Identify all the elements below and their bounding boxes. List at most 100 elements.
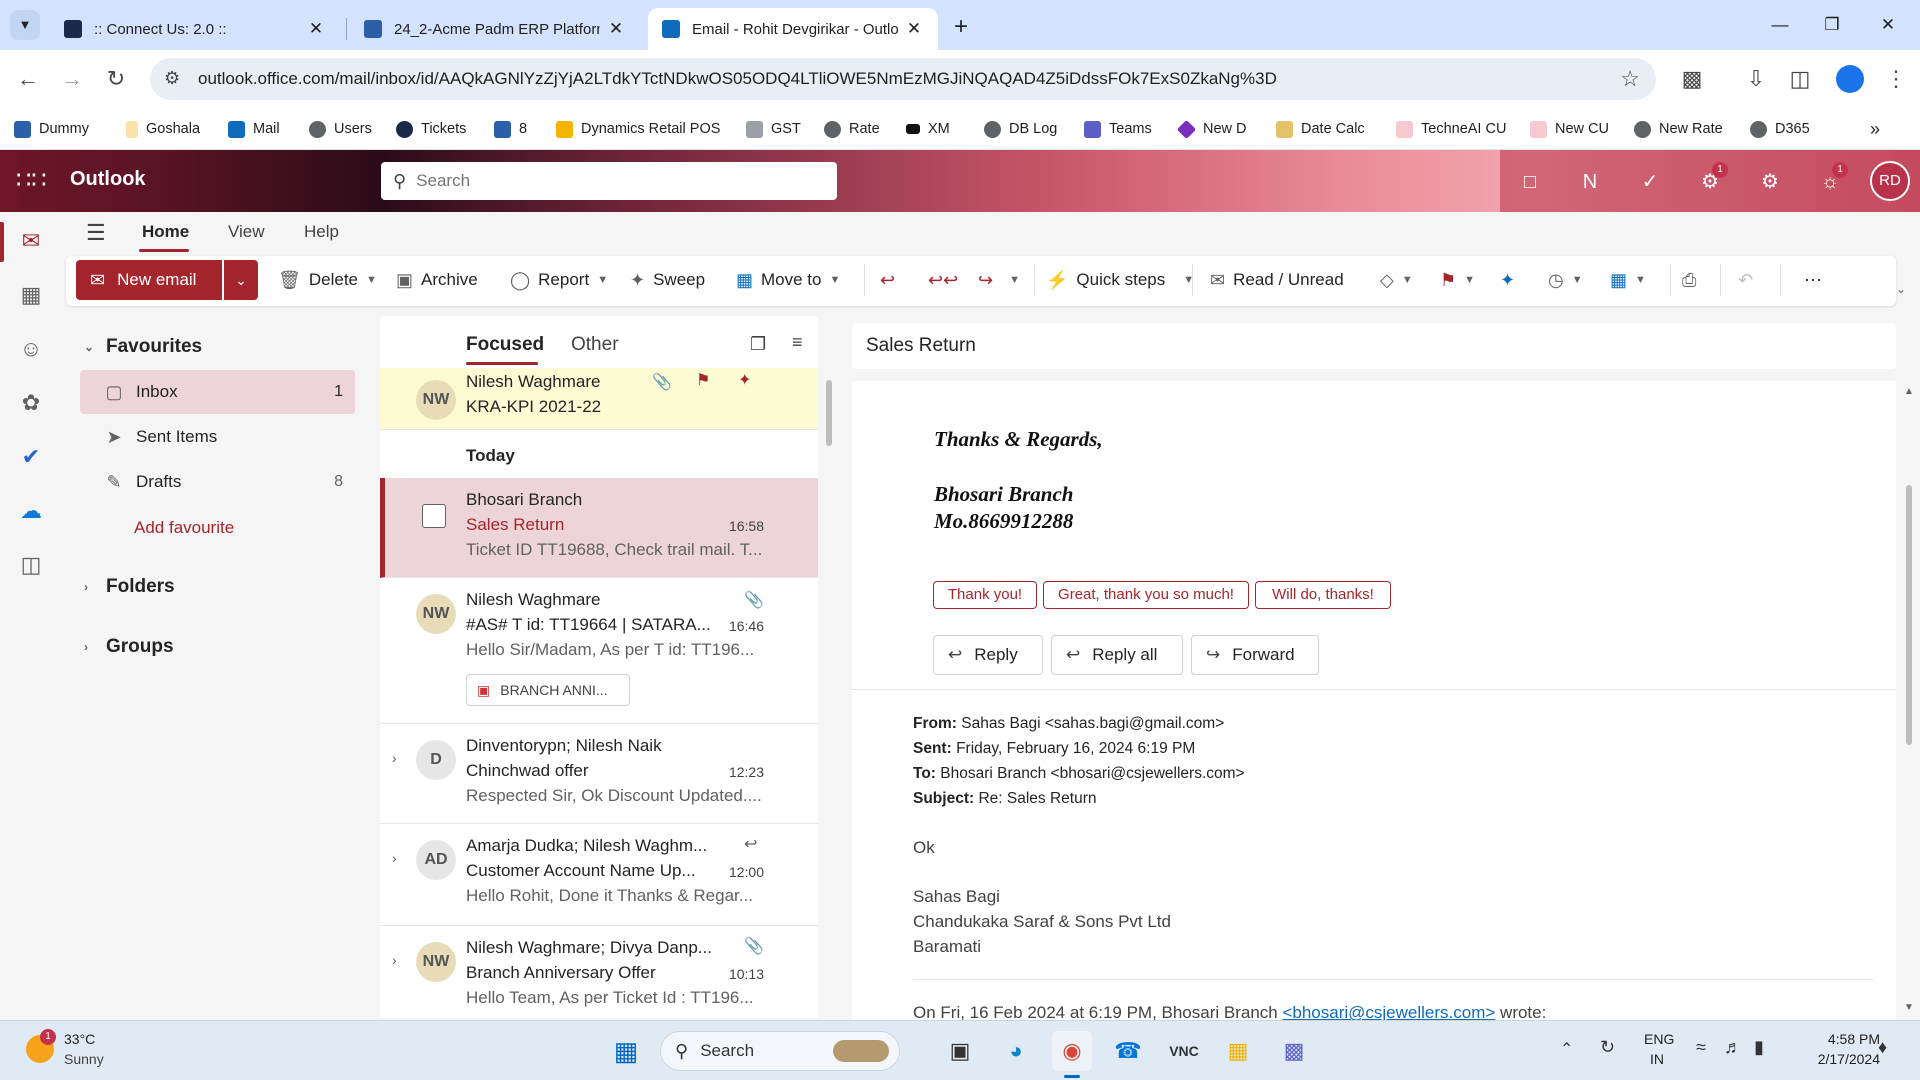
list-item[interactable]: › D Dinventorypn; Nilesh Naik Chinchwad … [380, 724, 818, 824]
bookmark-8[interactable]: 8 [494, 116, 527, 142]
extensions-icon[interactable]: ▩ [1676, 63, 1708, 95]
reply-ribbon-button[interactable]: ↩ [880, 264, 903, 296]
chevron-down-icon[interactable]: ▼ [830, 274, 841, 286]
bookmark-goshala[interactable]: Goshala [126, 116, 200, 142]
bookmark-teams[interactable]: Teams [1084, 116, 1152, 142]
rules-button[interactable]: ▦ ▼ [1610, 264, 1646, 296]
forward-icon[interactable]: → [56, 63, 88, 95]
flag-button[interactable]: ⚑ ▼ [1440, 264, 1475, 296]
print-button[interactable]: ⎙ [1682, 264, 1704, 296]
attachment-chip[interactable]: ▣ BRANCH ANNI... [466, 674, 630, 706]
vnc-icon[interactable]: VNC [1164, 1031, 1204, 1071]
forward-button[interactable]: ↪ Forward [1191, 635, 1319, 675]
folder-inbox[interactable]: ▢ Inbox 1 [80, 370, 355, 414]
bookmark-d365[interactable]: D365 [1750, 116, 1810, 142]
suggested-reply[interactable]: Thank you! [933, 581, 1037, 609]
list-item[interactable]: › NW Nilesh Waghmare; Divya Danp... 📎 Br… [380, 926, 818, 1018]
account-avatar[interactable]: RD [1870, 161, 1910, 201]
reply-all-ribbon-button[interactable]: ↩↩ [928, 264, 966, 296]
new-email-button[interactable]: ✉ New email [76, 260, 222, 300]
bookmark-tickets[interactable]: Tickets [396, 116, 466, 142]
tab-home[interactable]: Home [142, 222, 189, 242]
more-options-button[interactable]: ⋯ [1804, 264, 1830, 296]
pin-icon[interactable]: ✦ [738, 370, 751, 390]
todo-icon[interactable]: ✓ [1634, 166, 1666, 198]
search-input[interactable] [416, 171, 817, 191]
groups-header[interactable]: › Groups [84, 636, 174, 658]
bookmark-new-d[interactable]: New D [1176, 116, 1247, 142]
tab-view[interactable]: View [228, 222, 265, 242]
onedrive-icon[interactable]: ☁ [14, 494, 48, 528]
quick-steps-button[interactable]: ⚡ Quick steps ▼ [1046, 264, 1194, 296]
bookmark-date-calc[interactable]: Date Calc [1276, 116, 1365, 142]
bookmark-gst[interactable]: GST [746, 116, 801, 142]
chrome-icon[interactable]: ◉ [1052, 1031, 1092, 1071]
sweep-button[interactable]: ✦ Sweep [630, 264, 705, 296]
volume-icon[interactable]: ♬ [1724, 1037, 1742, 1058]
onenote-icon[interactable]: N [1574, 166, 1606, 198]
bookmark-techneai-cu[interactable]: TechneAI CU [1396, 116, 1506, 142]
chevron-down-icon[interactable]: ▼ [1635, 274, 1646, 286]
side-panel-icon[interactable]: ◫ [1784, 63, 1816, 95]
list-item[interactable]: › AD Amarja Dudka; Nilesh Waghm... ↩ Cus… [380, 824, 818, 926]
read-unread-button[interactable]: ✉ Read / Unread [1210, 264, 1344, 296]
tab-other[interactable]: Other [571, 334, 619, 356]
sync-icon[interactable]: ↻ [1600, 1037, 1615, 1058]
edge-icon[interactable]: ◕ [996, 1031, 1036, 1071]
notification-bell-icon[interactable]: ♦ [1878, 1037, 1887, 1058]
folder-sent-items[interactable]: ➤ Sent Items [80, 415, 355, 459]
restore-icon[interactable]: ❐ [1812, 10, 1852, 40]
profile-icon[interactable] [1836, 65, 1864, 93]
bookmark-new-rate[interactable]: New Rate [1634, 116, 1723, 142]
skype-icon[interactable]: ☎ [1108, 1031, 1148, 1071]
scroll-down-icon[interactable]: ▼ [1904, 1002, 1914, 1013]
tray-overflow-icon[interactable]: ⌃ [1560, 1039, 1573, 1059]
chevron-down-icon[interactable]: ▼ [1464, 274, 1475, 286]
flag-icon[interactable]: ⚑ [696, 370, 710, 390]
new-email-dropdown[interactable]: ⌄ [224, 260, 258, 300]
categorize-button[interactable]: ◇ ▼ [1380, 264, 1413, 296]
snooze-button[interactable]: ◷ ▼ [1548, 264, 1583, 296]
clock-time[interactable]: 4:58 PM [1800, 1031, 1880, 1047]
reply-button[interactable]: ↩ Reply [933, 635, 1043, 675]
downloads-icon[interactable]: ⇩ [1740, 63, 1772, 95]
people-icon[interactable]: ☺ [14, 332, 48, 366]
reply-all-button[interactable]: ↩ Reply all [1051, 635, 1183, 675]
chevron-down-icon[interactable]: ▼ [597, 274, 608, 286]
bookmark-dummy[interactable]: Dummy [14, 116, 89, 142]
more-bookmarks-icon[interactable]: » [1870, 116, 1880, 142]
quote-email-link[interactable]: <bhosari@csjewellers.com> [1282, 1003, 1495, 1021]
site-info-icon[interactable]: ⚙ [164, 68, 180, 89]
add-favourite-link[interactable]: Add favourite [134, 518, 234, 538]
teams-new-icon[interactable]: ▩ [1274, 1031, 1314, 1071]
chevron-down-icon[interactable]: ▼ [366, 274, 377, 286]
close-tab-icon[interactable]: ✕ [606, 19, 626, 39]
back-icon[interactable]: ← [12, 63, 44, 95]
delete-button[interactable]: 🗑 Delete ▼ [278, 264, 377, 296]
start-icon[interactable]: ▦ [606, 1031, 646, 1071]
close-tab-icon[interactable]: ✕ [904, 19, 924, 39]
settings-icon[interactable]: ⚙ [1754, 166, 1786, 198]
app-title[interactable]: Outlook [70, 168, 146, 191]
browser-tab-connect-us[interactable]: :: Connect Us: 2.0 :: ✕ [50, 8, 340, 50]
minimize-icon[interactable]: — [1760, 10, 1800, 40]
list-item[interactable]: Bhosari Branch Sales Return 16:58 Ticket… [380, 478, 818, 578]
bookmark-mail[interactable]: Mail [228, 116, 280, 142]
forward-ribbon-button[interactable]: ↪ ▼ [978, 264, 1020, 296]
suggested-reply[interactable]: Great, thank you so much! [1043, 581, 1249, 609]
folders-header[interactable]: › Folders [84, 576, 175, 598]
report-button[interactable]: ◯ Report ▼ [510, 264, 608, 296]
calendar-icon[interactable]: ▦ [14, 278, 48, 312]
list-item[interactable]: NW Nilesh Waghmare 📎 #AS# T id: TT19664 … [380, 578, 818, 724]
bookmark-dynamics-retail-pos[interactable]: Dynamics Retail POS [556, 116, 720, 142]
todo-check-icon[interactable]: ✔ [14, 440, 48, 474]
mail-list-scrollbar[interactable] [826, 380, 832, 446]
task-view-icon[interactable]: ▣ [940, 1031, 980, 1071]
bookmark-db-log[interactable]: DB Log [984, 116, 1057, 142]
bookmark-users[interactable]: Users [309, 116, 372, 142]
chevron-right-icon[interactable]: › [392, 850, 397, 866]
search-box[interactable]: ⚲ [381, 162, 837, 200]
select-checkbox[interactable] [422, 504, 446, 528]
more-apps-icon[interactable]: ◫ [14, 548, 48, 582]
list-item[interactable]: NW Nilesh Waghmare KRA-KPI 2021-22 📎 ⚑ ✦ [380, 368, 818, 430]
